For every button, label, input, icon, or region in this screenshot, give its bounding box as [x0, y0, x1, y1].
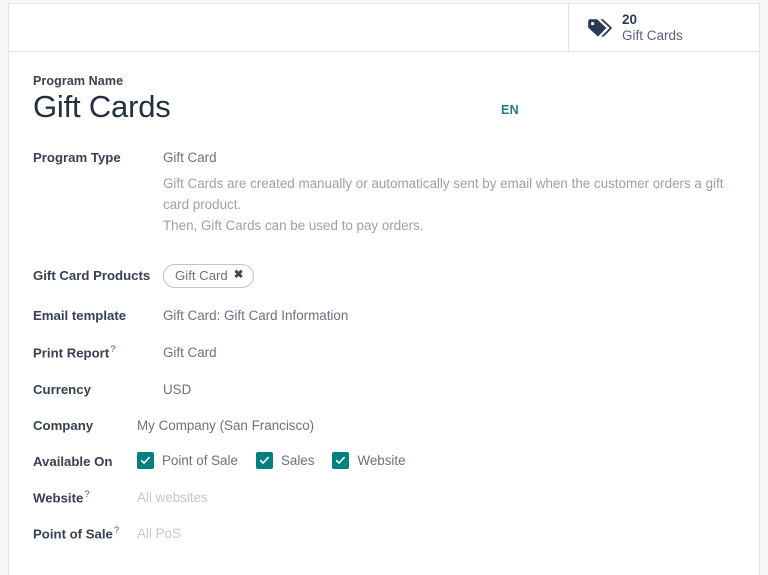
program-type-label: Program Type [33, 149, 121, 165]
point-of-sale-input[interactable]: All PoS [137, 524, 181, 543]
field-row-website: Website? All websites [33, 488, 735, 507]
smart-button-gift-cards[interactable]: 20 Gift Cards [568, 4, 759, 51]
print-report-value[interactable]: Gift Card [163, 343, 217, 362]
program-name-input[interactable]: Gift Cards [33, 89, 735, 126]
field-row-available-on: Available On Point of Sale Sales Website [33, 451, 735, 470]
field-row-gift-card-products: Gift Card Products Gift Card ✖ [33, 264, 735, 289]
field-row-currency: Currency USD [33, 380, 735, 399]
form-body: Program Name Gift Cards EN Program Type … [9, 52, 759, 543]
gift-card-products-tag-list[interactable]: Gift Card ✖ [163, 264, 255, 289]
smart-button-label: Gift Cards [622, 27, 683, 43]
print-report-label-text: Print Report [33, 345, 110, 361]
currency-value[interactable]: USD [163, 380, 191, 399]
tag-label: Gift Card [175, 268, 228, 284]
language-badge[interactable]: EN [501, 103, 519, 117]
form-sheet: 20 Gift Cards Program Name Gift Cards EN… [8, 3, 760, 575]
help-icon[interactable]: ? [114, 525, 119, 536]
tag-gift-card[interactable]: Gift Card ✖ [163, 264, 255, 289]
checkbox-label-point-of-sale[interactable]: Point of Sale [162, 453, 238, 468]
smart-button-text: 20 Gift Cards [622, 12, 683, 44]
checkbox-label-website[interactable]: Website [357, 453, 405, 468]
checkbox-point-of-sale[interactable] [137, 451, 154, 469]
checkbox-label-sales[interactable]: Sales [281, 453, 315, 468]
help-icon[interactable]: ? [110, 344, 115, 355]
checkbox-sales[interactable] [255, 451, 273, 469]
program-name-label: Program Name [33, 74, 124, 88]
available-on-checkbox-group: Point of Sale Sales Website [137, 451, 415, 469]
checkbox-item-website[interactable]: Website [332, 451, 406, 469]
program-type-helper-line-1: Gift Cards are created manually or autom… [163, 175, 724, 212]
print-report-label: Print Report? [33, 343, 163, 362]
field-row-company: Company My Company (San Francisco) [33, 416, 735, 435]
checkbox-website[interactable] [332, 451, 350, 469]
field-row-point-of-sale: Point of Sale? All PoS [33, 524, 735, 543]
checkbox-item-point-of-sale[interactable]: Point of Sale [137, 451, 238, 469]
website-input[interactable]: All websites [137, 488, 208, 507]
currency-label: Currency [33, 381, 91, 397]
field-row-print-report: Print Report? Gift Card [33, 343, 735, 362]
program-type-helper-line-2: Then, Gift Cards can be used to pay orde… [163, 218, 424, 234]
gift-card-products-label: Gift Card Products [33, 268, 151, 284]
field-row-program-type: Program Type Gift Card Gift Cards are cr… [33, 148, 735, 237]
point-of-sale-label-text: Point of Sale [33, 526, 113, 542]
smart-button-value: 20 [622, 11, 638, 27]
website-label-text: Website [33, 490, 84, 506]
field-row-email-template: Email template Gift Card: Gift Card Info… [33, 306, 735, 325]
close-icon[interactable]: ✖ [234, 269, 244, 282]
checkbox-item-sales[interactable]: Sales [255, 451, 315, 469]
title-block: Program Name Gift Cards EN [33, 74, 735, 126]
email-template-value[interactable]: Gift Card: Gift Card Information [163, 306, 348, 325]
program-type-value-group: Gift Card Gift Cards are created manuall… [163, 148, 735, 237]
help-icon[interactable]: ? [84, 489, 89, 500]
company-value[interactable]: My Company (San Francisco) [137, 416, 314, 435]
email-template-label: Email template [33, 308, 127, 324]
program-type-helper: Gift Cards are created manually or autom… [163, 173, 735, 237]
program-type-value[interactable]: Gift Card [163, 148, 735, 167]
price-tag-icon [587, 18, 613, 38]
smart-button-bar: 20 Gift Cards [9, 4, 759, 52]
